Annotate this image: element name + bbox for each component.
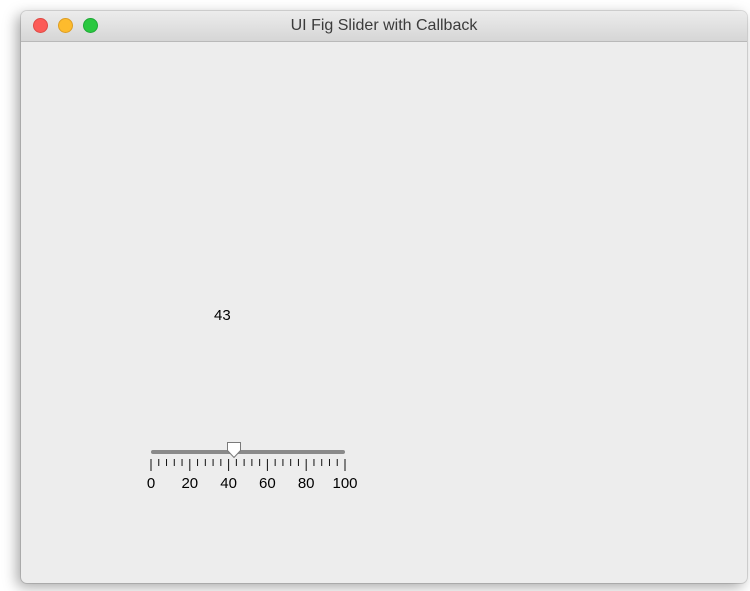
tick-label: 100: [332, 475, 358, 492]
tick-label: 20: [181, 475, 199, 492]
value-slider[interactable]: 0 20 40 60 80 100: [146, 439, 366, 499]
tick-label: 80: [297, 475, 315, 492]
tick-label: 40: [220, 475, 237, 492]
slider-value-label: 43: [214, 307, 231, 324]
window-title: UI Fig Slider with Callback: [290, 17, 478, 34]
tick-label: 60: [259, 475, 276, 492]
slider-thumb[interactable]: [226, 441, 242, 459]
app-window: UI Fig Slider with Callback 43 0 20 40 60 80…: [21, 11, 747, 583]
tick-label: 0: [146, 475, 156, 492]
title-bar[interactable]: UI Fig Slider with Callback: [21, 11, 747, 42]
